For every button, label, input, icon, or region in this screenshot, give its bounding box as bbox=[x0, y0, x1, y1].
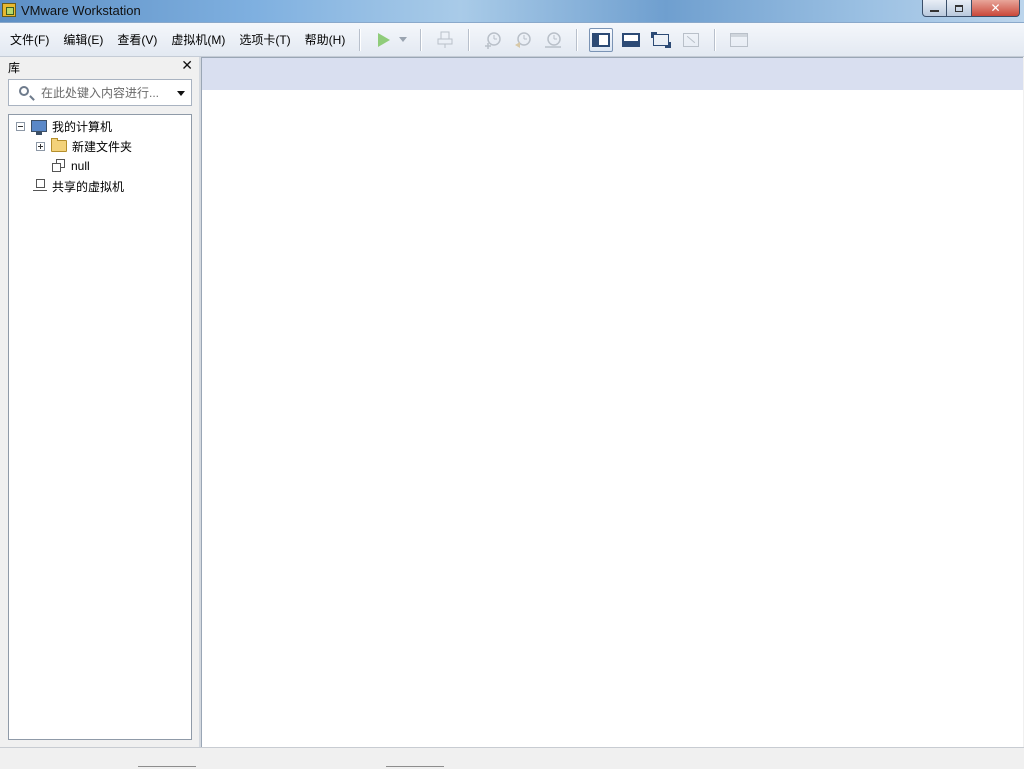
maximize-button[interactable] bbox=[947, 0, 972, 17]
menu-file[interactable]: 文件(F) bbox=[4, 28, 55, 52]
snapshot-revert-icon bbox=[515, 31, 532, 48]
toolbar-separator bbox=[420, 28, 423, 51]
close-icon: ✕ bbox=[990, 1, 1001, 15]
library-search-input[interactable] bbox=[41, 83, 171, 102]
chevron-down-icon bbox=[399, 37, 408, 42]
minimize-icon bbox=[930, 10, 939, 12]
vmware-app-icon bbox=[2, 3, 16, 17]
take-snapshot-button[interactable] bbox=[481, 28, 505, 52]
show-library-button[interactable] bbox=[589, 27, 614, 52]
full-screen-button[interactable] bbox=[649, 28, 673, 52]
menu-vm[interactable]: 虚拟机(M) bbox=[165, 28, 231, 52]
search-icon bbox=[19, 86, 29, 96]
revert-snapshot-button[interactable] bbox=[511, 28, 535, 52]
show-library-icon bbox=[592, 32, 611, 47]
tree-item-my-computer[interactable]: 我的计算机 bbox=[16, 117, 112, 135]
console-view-button[interactable] bbox=[727, 28, 751, 52]
full-screen-icon bbox=[651, 31, 672, 48]
menu-view[interactable]: 查看(V) bbox=[111, 28, 163, 52]
search-dropdown-icon[interactable] bbox=[177, 91, 185, 96]
library-tree: 我的计算机 新建文件夹 null 共享的虚拟机 bbox=[8, 114, 192, 740]
snapshot-take-icon bbox=[485, 31, 502, 49]
status-segment bbox=[386, 766, 444, 770]
show-thumbnail-bar-icon bbox=[622, 32, 641, 47]
tab-strip bbox=[202, 58, 1023, 90]
toolbar-separator bbox=[714, 28, 717, 51]
power-on-button[interactable] bbox=[372, 28, 396, 52]
main-content-area bbox=[201, 57, 1023, 747]
tree-item-label: 我的计算机 bbox=[52, 119, 113, 134]
window-controls: ✕ bbox=[922, 0, 1020, 18]
menu-toolbar-bar: 文件(F) 编辑(E) 查看(V) 虚拟机(M) 选项卡(T) 帮助(H) bbox=[0, 23, 1024, 57]
snapshot-manager-icon bbox=[545, 31, 562, 48]
power-dropdown-button[interactable] bbox=[397, 28, 409, 52]
toolbar-separator bbox=[359, 28, 362, 51]
toolbar-separator bbox=[576, 28, 579, 51]
status-segment bbox=[138, 766, 196, 770]
window-title: VMware Workstation bbox=[21, 3, 141, 18]
computer-icon bbox=[31, 120, 47, 135]
minimize-button[interactable] bbox=[922, 0, 947, 17]
send-ctrl-alt-del-button[interactable] bbox=[433, 28, 457, 52]
restore-icon bbox=[955, 4, 963, 12]
show-thumbnail-bar-button[interactable] bbox=[619, 28, 643, 52]
library-panel: 库 ✕ 我的计算机 新建文件夹 null bbox=[0, 57, 199, 747]
send-ctrl-alt-del-icon bbox=[437, 31, 453, 48]
tree-item-label: null bbox=[71, 159, 90, 173]
folder-icon bbox=[51, 138, 67, 152]
tree-item-vm-null[interactable]: null bbox=[52, 157, 90, 175]
library-header: 库 ✕ bbox=[0, 57, 199, 77]
console-view-icon bbox=[730, 32, 749, 47]
power-on-icon bbox=[378, 32, 391, 47]
vm-icon bbox=[52, 159, 66, 173]
toolbar-separator bbox=[468, 28, 471, 51]
vmware-window: VMware Workstation ✕ 文件(F) 编辑(E) 查看(V) 虚… bbox=[0, 0, 1024, 769]
library-close-button[interactable]: ✕ bbox=[181, 58, 193, 74]
collapse-icon[interactable] bbox=[16, 121, 25, 131]
tree-item-shared-vms[interactable]: 共享的虚拟机 bbox=[33, 177, 124, 195]
tree-item-new-folder[interactable]: 新建文件夹 bbox=[36, 137, 132, 155]
close-window-button[interactable]: ✕ bbox=[972, 0, 1020, 17]
menu-edit[interactable]: 编辑(E) bbox=[57, 28, 109, 52]
library-title: 库 bbox=[8, 61, 21, 75]
title-bar[interactable]: VMware Workstation ✕ bbox=[0, 0, 1024, 23]
library-search-box[interactable] bbox=[8, 79, 192, 106]
tree-item-label: 共享的虚拟机 bbox=[52, 179, 125, 194]
unity-button[interactable] bbox=[679, 28, 703, 52]
snapshot-manager-button[interactable] bbox=[541, 28, 565, 52]
shared-vms-icon bbox=[33, 179, 47, 193]
unity-icon bbox=[683, 32, 700, 47]
expand-icon[interactable] bbox=[36, 141, 45, 151]
menu-help[interactable]: 帮助(H) bbox=[299, 28, 352, 52]
menu-tabs[interactable]: 选项卡(T) bbox=[233, 28, 296, 52]
status-bar bbox=[0, 747, 1024, 769]
tree-item-label: 新建文件夹 bbox=[72, 139, 133, 154]
